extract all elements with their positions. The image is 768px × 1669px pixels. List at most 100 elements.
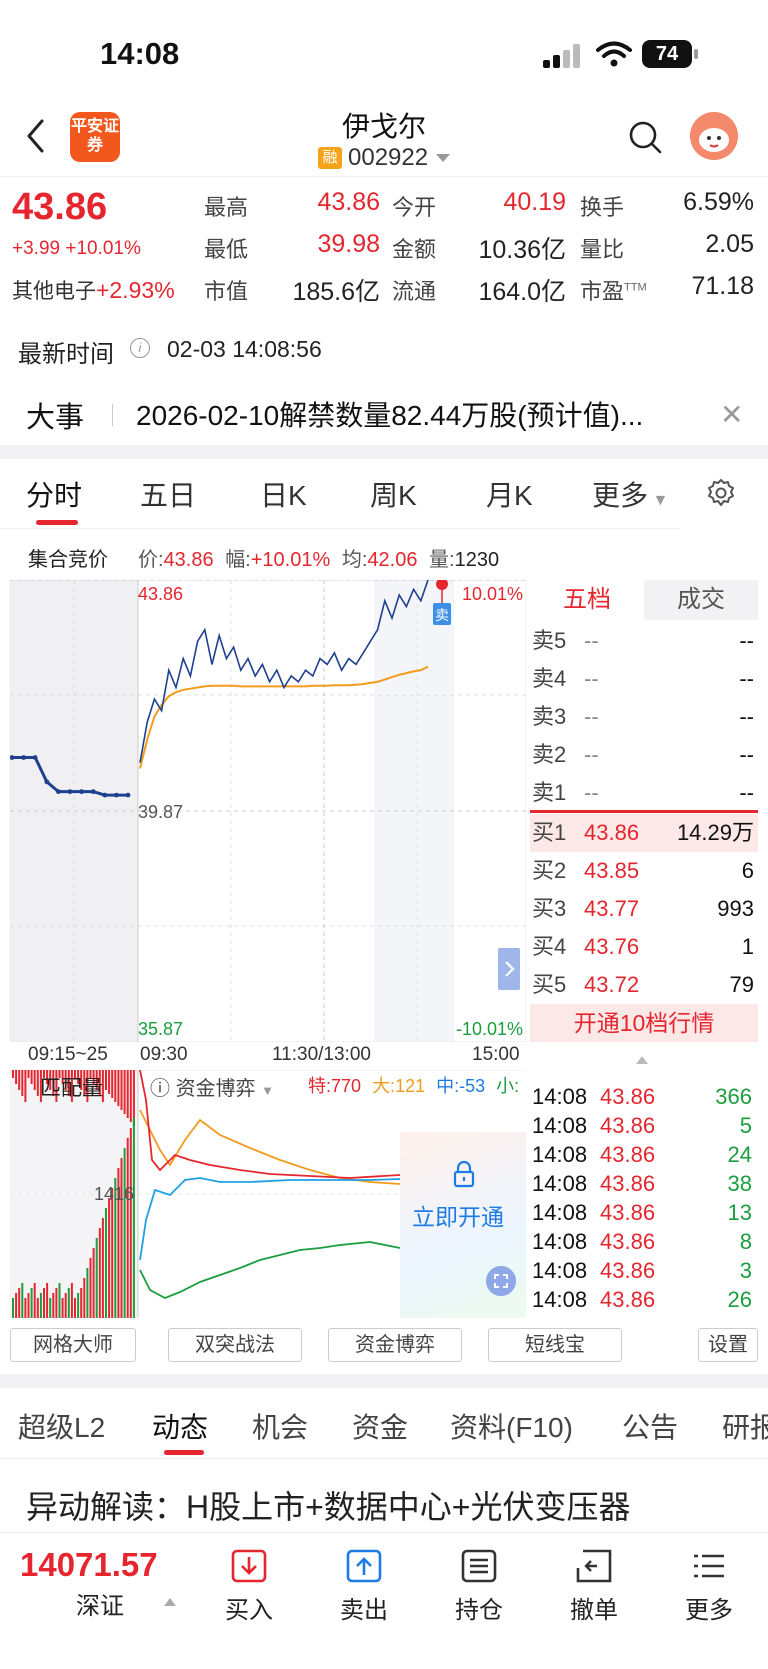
- chevron-down-icon[interactable]: [436, 154, 450, 162]
- sector-change[interactable]: 其他电子+2.93%: [12, 275, 175, 305]
- bid-row[interactable]: 买1 43.86 14.29万: [530, 814, 758, 852]
- pe-value: 71.18: [691, 272, 754, 300]
- bid-row[interactable]: 买3 43.77 993: [530, 890, 758, 928]
- trade-time: 14:08: [532, 1113, 588, 1138]
- double-breakout-button[interactable]: 双突战法: [168, 1328, 302, 1362]
- match-bar: [36, 1298, 39, 1318]
- ask-row[interactable]: 卖3 -- --: [530, 698, 758, 736]
- trade-row: 14:08 43.86 24: [532, 1140, 756, 1169]
- tab-funds[interactable]: 资金: [352, 1406, 408, 1446]
- buy-icon[interactable]: [230, 1548, 268, 1584]
- match-bar: [108, 1198, 111, 1318]
- tab-five-day[interactable]: 五日: [140, 474, 196, 514]
- tab-super-l2[interactable]: 超级L2: [18, 1406, 105, 1446]
- ask-volume: --: [739, 780, 754, 805]
- info-icon[interactable]: i: [130, 338, 150, 358]
- cancel-order-icon[interactable]: [575, 1548, 613, 1584]
- tab-f10[interactable]: 资料(F10): [450, 1406, 573, 1446]
- divider: [0, 1532, 768, 1533]
- match-bar: [77, 1293, 80, 1318]
- match-bar: [86, 1268, 89, 1318]
- chevron-up-icon[interactable]: [164, 1598, 176, 1606]
- index-name[interactable]: 深证: [76, 1586, 124, 1621]
- bid-price: 43.72: [584, 972, 640, 997]
- settings-button[interactable]: 设置: [698, 1328, 758, 1362]
- expand-panel-button[interactable]: [498, 948, 520, 990]
- tab-daily-k[interactable]: 日K: [260, 474, 307, 514]
- positions-button[interactable]: 持仓: [439, 1590, 519, 1625]
- bid-volume: 6: [741, 858, 754, 883]
- tab-weekly-k[interactable]: 周K: [370, 474, 417, 514]
- match-bar: [95, 1238, 98, 1318]
- tab-monthly-k[interactable]: 月K: [486, 474, 533, 514]
- bid-volume: 14.29万: [676, 820, 754, 845]
- bid-level: 买3: [532, 896, 567, 921]
- fund-game-selector[interactable]: ⓘ 资金博弈 ▼: [150, 1072, 274, 1101]
- positions-icon[interactable]: [460, 1548, 498, 1584]
- bid-volume: 993: [717, 896, 754, 921]
- sell-icon[interactable]: [345, 1548, 383, 1584]
- expand-icon[interactable]: [486, 1266, 516, 1296]
- bid-row[interactable]: 买2 43.85 6: [530, 852, 758, 890]
- open-label: 今开: [392, 195, 437, 220]
- cancel-order-button[interactable]: 撤单: [554, 1590, 634, 1625]
- tab-trades[interactable]: 成交: [644, 580, 758, 620]
- match-bar: [92, 1248, 95, 1318]
- ask-row[interactable]: 卖1 -- --: [530, 774, 758, 812]
- tab-more[interactable]: 更多 ▼: [592, 474, 668, 514]
- auction-point: [79, 789, 84, 795]
- stock-code[interactable]: 002922: [348, 144, 428, 172]
- scroll-up-icon[interactable]: [636, 1056, 648, 1064]
- avatar[interactable]: [690, 112, 738, 160]
- tab-research[interactable]: 研报: [722, 1406, 768, 1446]
- more-button[interactable]: 更多: [669, 1590, 749, 1625]
- bid-row[interactable]: 买5 43.72 79: [530, 966, 758, 1004]
- y-top-label: 43.86: [138, 584, 183, 604]
- margin-badge: 融: [318, 147, 342, 169]
- trade-volume: 26: [727, 1287, 752, 1312]
- match-bar: [120, 1070, 123, 1110]
- search-icon[interactable]: [628, 120, 662, 154]
- match-bar: [101, 1218, 104, 1318]
- y-bottom-label: 35.87: [138, 1019, 183, 1039]
- fund-game-button[interactable]: 资金博弈: [328, 1328, 462, 1362]
- trade-volume: 8: [739, 1229, 752, 1254]
- match-bar: [43, 1288, 45, 1318]
- vol-ratio-label: 量比: [580, 237, 625, 262]
- open-level10-button[interactable]: 开通10档行情: [530, 1004, 758, 1042]
- index-value[interactable]: 14071.57: [20, 1546, 158, 1584]
- update-label: 最新时间: [18, 341, 114, 368]
- grid-master-button[interactable]: 网格大师: [10, 1328, 136, 1362]
- ask-level: 卖2: [532, 742, 567, 767]
- event-text[interactable]: 2026-02-10解禁数量82.44万股(预计值)...: [136, 394, 643, 434]
- match-bar: [30, 1070, 33, 1084]
- pct-top-label: 10.01%: [462, 584, 523, 604]
- sell-button[interactable]: 卖出: [324, 1590, 404, 1625]
- news-headline[interactable]: 异动解读：H股上市+数据中心+光伏变压器: [26, 1482, 631, 1528]
- buy-button[interactable]: 买入: [209, 1590, 289, 1625]
- tab-opportunity[interactable]: 机会: [252, 1406, 308, 1446]
- tab-five-level[interactable]: 五档: [530, 580, 644, 620]
- amount-value: 10.36亿: [478, 236, 566, 264]
- close-icon[interactable]: ✕: [720, 398, 743, 431]
- ask-row[interactable]: 卖4 -- --: [530, 660, 758, 698]
- match-volume-label: 匹配量: [40, 1077, 103, 1100]
- intraday-chart[interactable]: 卖 43.86 39.87 35.87 10.01% -10.01%: [10, 580, 526, 1042]
- tab-news[interactable]: 动态: [152, 1406, 208, 1446]
- tab-intraday[interactable]: 分时: [26, 474, 82, 514]
- ask-row[interactable]: 卖5 -- --: [530, 622, 758, 660]
- match-bar: [111, 1188, 114, 1318]
- gear-icon[interactable]: [706, 478, 736, 508]
- large-flow-line: [139, 1109, 401, 1185]
- match-bar: [58, 1283, 61, 1318]
- short-line-button[interactable]: 短线宝: [488, 1328, 622, 1362]
- ask-row[interactable]: 卖2 -- --: [530, 736, 758, 774]
- menu-icon[interactable]: [690, 1548, 728, 1584]
- match-bar: [27, 1293, 30, 1318]
- bid-row[interactable]: 买4 43.76 1: [530, 928, 758, 966]
- tab-announcements[interactable]: 公告: [622, 1406, 678, 1446]
- unlock-button[interactable]: 立即开通: [412, 1198, 504, 1232]
- divider: [0, 528, 680, 529]
- match-bar: [129, 1128, 132, 1318]
- ask-volume: --: [739, 742, 754, 767]
